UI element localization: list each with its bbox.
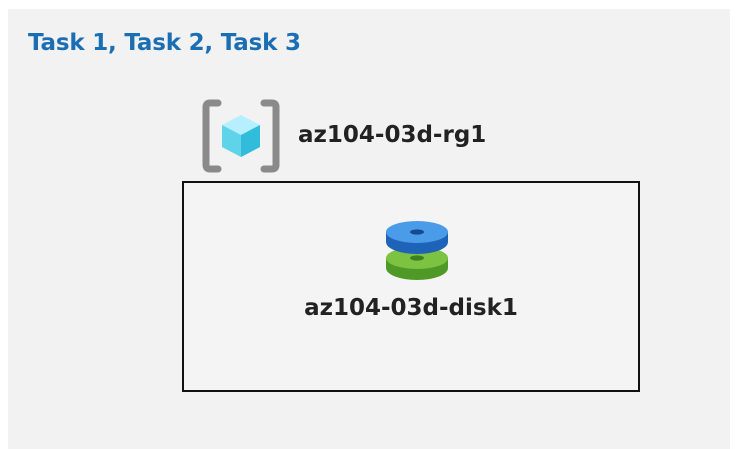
resource-group-label: az104-03d-rg1 <box>298 122 487 148</box>
managed-disk-icon <box>384 220 450 282</box>
resource-group-container: az104-03d-disk1 <box>182 181 640 392</box>
resource-group-icon <box>202 97 280 175</box>
diagram-panel: Task 1, Task 2, Task 3 az104-03d-rg1 az1… <box>8 9 730 449</box>
diagram-title: Task 1, Task 2, Task 3 <box>28 30 301 56</box>
disk-label: az104-03d-disk1 <box>304 295 518 321</box>
